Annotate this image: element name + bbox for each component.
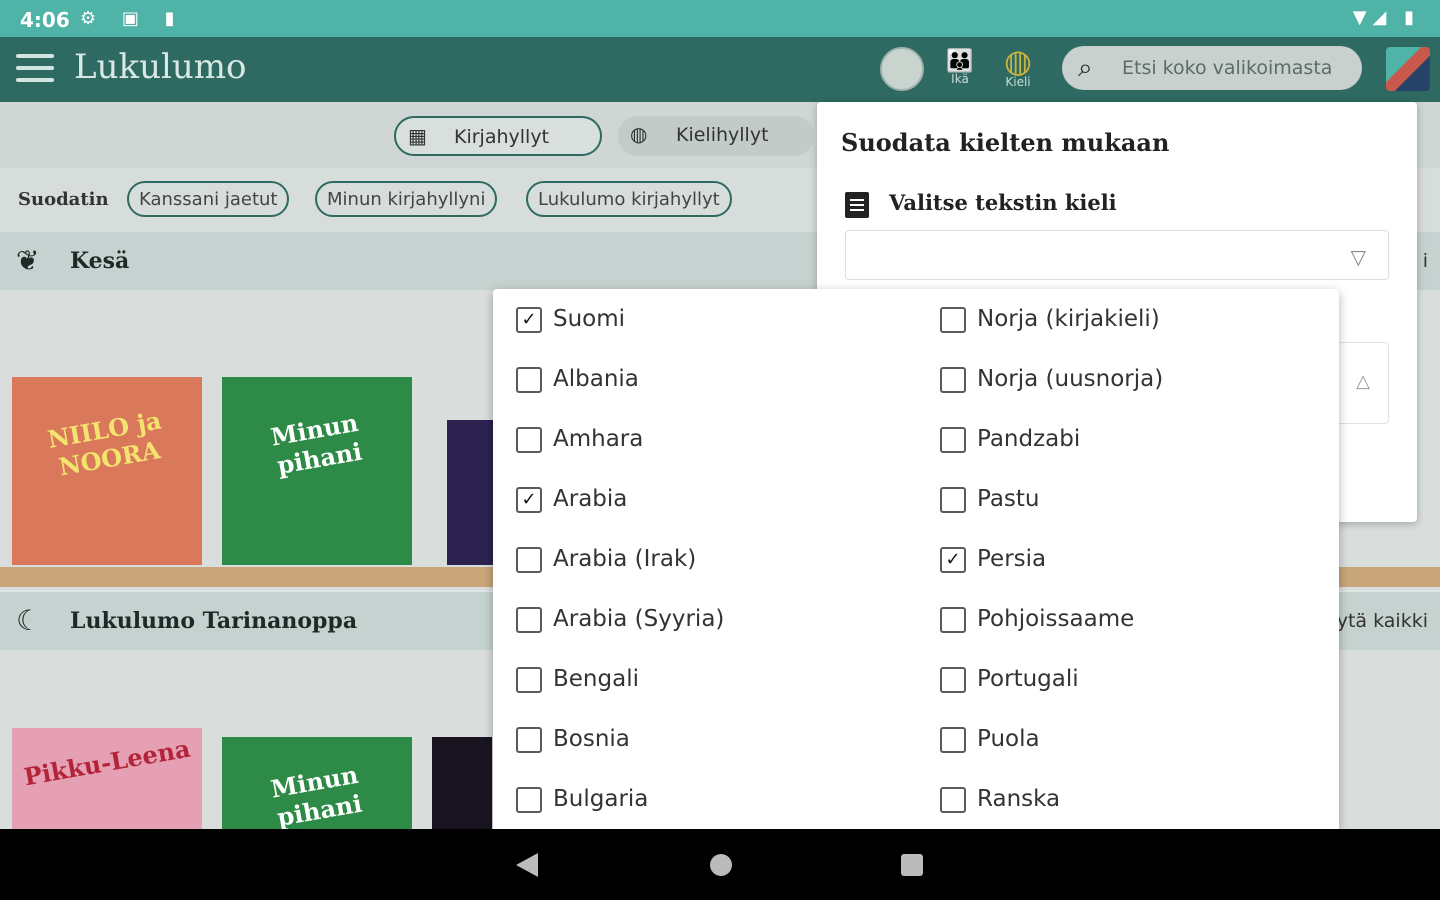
language-option-label: Persia: [977, 546, 1047, 572]
section-show-all-link[interactable]: i: [1423, 250, 1428, 272]
language-option-label: Pandzabi: [977, 426, 1081, 452]
secondary-language-select[interactable]: △: [1337, 342, 1389, 424]
recent-apps-icon[interactable]: [901, 854, 923, 876]
language-option-label: Arabia (Syyria): [553, 606, 725, 632]
checkbox-icon[interactable]: [940, 307, 966, 333]
checkbox-icon[interactable]: [516, 667, 542, 693]
checkbox-checked-icon[interactable]: ✓: [516, 307, 542, 333]
language-option-label: Puola: [977, 726, 1040, 752]
book-cover[interactable]: [447, 420, 493, 565]
home-icon[interactable]: [710, 854, 732, 876]
book-cover[interactable]: [432, 737, 492, 829]
filter-chip-lukulumo-shelves[interactable]: Lukulumo kirjahyllyt: [526, 181, 732, 217]
checkbox-icon[interactable]: [516, 727, 542, 753]
language-option-label: Pastu: [977, 486, 1040, 512]
language-option-label: Pohjoissaame: [977, 606, 1135, 632]
status-icons-left: ⚙ ▣ ▮: [80, 8, 185, 29]
filter-chip-my-shelves[interactable]: Minun kirjahyllyni: [315, 181, 498, 217]
tab-label: Kirjahyllyt: [454, 126, 550, 148]
book-title: Minun pihani: [268, 759, 365, 832]
language-option-label: Arabia (Irak): [553, 546, 697, 572]
checkbox-icon[interactable]: [516, 427, 542, 453]
language-filter-label: Kieli: [1005, 75, 1031, 89]
document-icon: [845, 192, 869, 218]
language-options-dropdown: ✓ Suomi Albania Amhara ✓ Arabia Arabia (Irak) A…: [493, 289, 1339, 829]
language-option-label: Amhara: [553, 426, 644, 452]
checkbox-icon[interactable]: [516, 607, 542, 633]
section-title: Lukulumo Tarinanoppa: [70, 608, 358, 634]
checkbox-icon[interactable]: [940, 787, 966, 813]
language-option-label: Albania: [553, 366, 639, 392]
back-icon[interactable]: [516, 853, 538, 877]
search-icon: ⌕: [1078, 53, 1093, 83]
status-icons-right: ▼◢ ▮: [1352, 7, 1420, 28]
panel-title: Suodata kielten mukaan: [841, 128, 1170, 157]
checkbox-icon[interactable]: [940, 487, 966, 513]
app-bar: Lukulumo 👪 Ikä ◍ Kieli ⌕ Etsi koko valik…: [0, 37, 1440, 102]
panel-subtitle: Valitse tekstin kieli: [889, 190, 1117, 215]
checkbox-icon[interactable]: [940, 727, 966, 753]
language-option-label: Bosnia: [553, 726, 630, 752]
search-placeholder: Etsi koko valikoimasta: [1122, 57, 1333, 79]
checkbox-checked-icon[interactable]: ✓: [940, 547, 966, 573]
checkbox-icon[interactable]: [940, 367, 966, 393]
leaf-icon: ❦: [16, 244, 40, 277]
book-title: NIILO ja NOORA: [45, 405, 164, 482]
section-show-all-link[interactable]: ytä kaikki: [1337, 610, 1428, 632]
language-option-label: Portugali: [977, 666, 1079, 692]
book-cover[interactable]: Pikku-Leena: [12, 728, 202, 829]
status-bar: 4:06 ⚙ ▣ ▮ ▼◢ ▮: [0, 0, 1440, 37]
checkbox-icon[interactable]: [940, 607, 966, 633]
language-option-label: Arabia: [553, 486, 628, 512]
checkbox-checked-icon[interactable]: ✓: [516, 487, 542, 513]
book-title: Minun pihani: [268, 407, 365, 480]
globe-icon: ◍: [630, 122, 648, 146]
moon-icon: ☾: [16, 604, 42, 637]
language-option-label: Norja (uusnorja): [977, 366, 1164, 392]
language-option-label: Norja (kirjakieli): [977, 306, 1160, 332]
book-cover[interactable]: NIILO ja NOORA: [12, 377, 202, 565]
checkbox-icon[interactable]: [940, 427, 966, 453]
language-option-label: Suomi: [553, 306, 626, 332]
people-icon: 👪: [946, 49, 974, 74]
chevron-up-icon: △: [1356, 371, 1370, 392]
language-option-label: Bengali: [553, 666, 639, 692]
hamburger-menu-icon[interactable]: [16, 54, 54, 84]
age-filter-button[interactable]: 👪 Ikä: [938, 49, 982, 86]
text-language-select[interactable]: ▽: [845, 230, 1389, 280]
book-title: Pikku-Leena: [21, 733, 193, 792]
partner-logo-icon[interactable]: [1386, 47, 1430, 91]
language-filter-button[interactable]: ◍ Kieli: [996, 45, 1040, 89]
tab-kielihyllyt[interactable]: ◍ Kielihyllyt: [618, 116, 814, 156]
language-option-label: Ranska: [977, 786, 1061, 812]
chevron-down-icon: ▽: [1350, 245, 1366, 269]
grid-icon: ▦: [408, 124, 427, 148]
book-cover[interactable]: Minun pihani: [222, 377, 412, 565]
language-option-label: Bulgaria: [553, 786, 649, 812]
section-title: Kesä: [70, 248, 130, 274]
status-time: 4:06: [20, 8, 70, 32]
system-nav-bar: [0, 829, 1440, 900]
checkbox-icon[interactable]: [940, 667, 966, 693]
profile-avatar-icon[interactable]: [880, 47, 924, 91]
age-filter-label: Ikä: [951, 72, 969, 86]
search-input[interactable]: ⌕ Etsi koko valikoimasta: [1062, 46, 1362, 90]
filter-chip-shared[interactable]: Kanssani jaetut: [127, 181, 290, 217]
book-cover[interactable]: Minun pihani: [222, 737, 412, 832]
tab-label: Kielihyllyt: [676, 124, 769, 146]
checkbox-icon[interactable]: [516, 547, 542, 573]
checkbox-icon[interactable]: [516, 787, 542, 813]
app-logo[interactable]: Lukulumo: [74, 47, 246, 87]
checkbox-icon[interactable]: [516, 367, 542, 393]
filter-label: Suodatin: [18, 189, 109, 210]
tab-kirjahyllyt[interactable]: ▦ Kirjahyllyt: [394, 116, 602, 156]
